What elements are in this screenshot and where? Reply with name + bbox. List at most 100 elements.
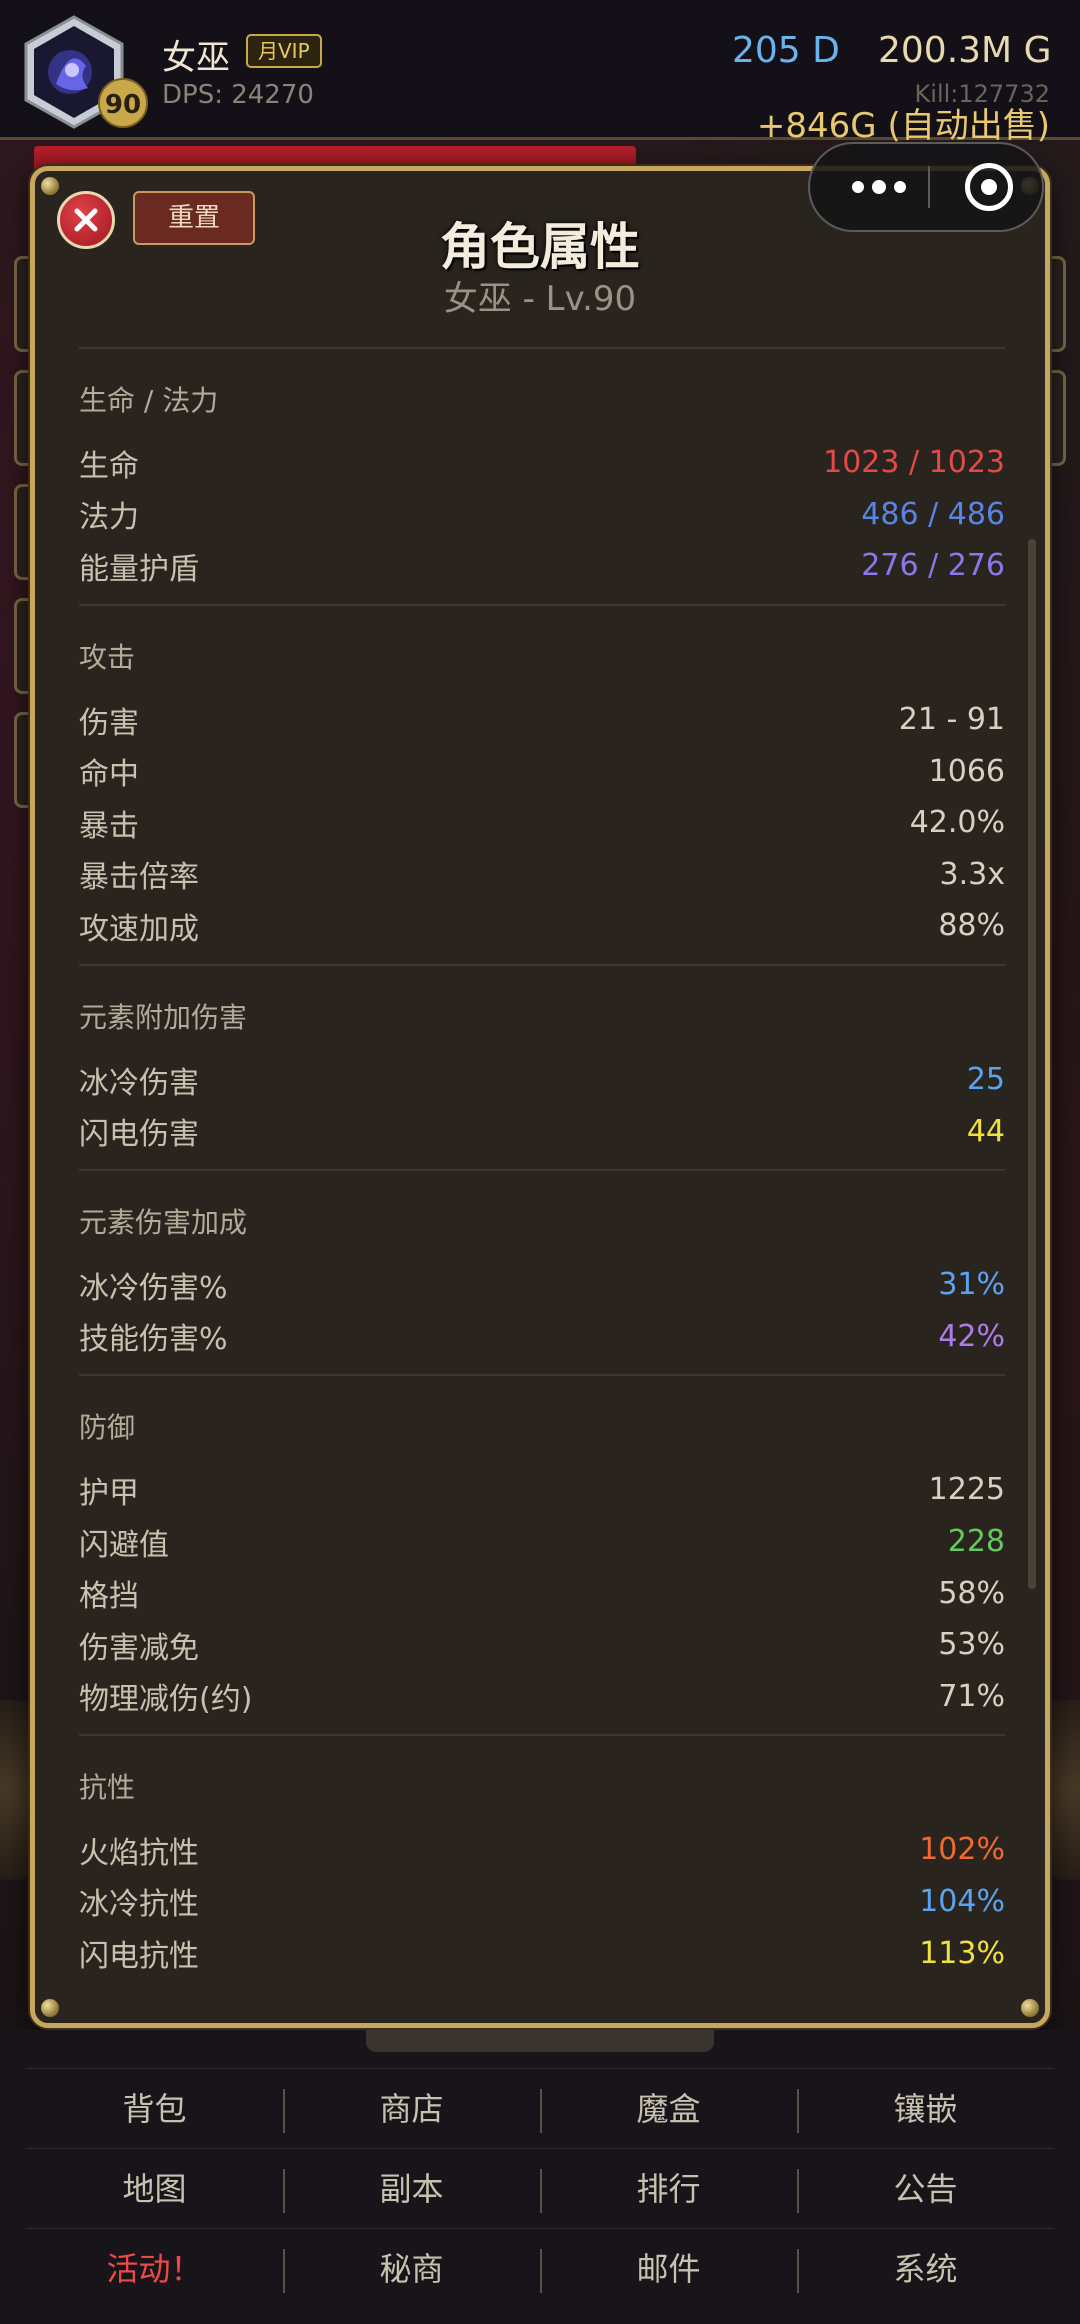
nav-button[interactable]: 背包 bbox=[26, 2069, 283, 2148]
character-stats-modal: 重置 角色属性 女巫 - Lv.90 生命 / 法力 生命 1023 / 1023 法… bbox=[30, 166, 1050, 2028]
stat-row: 毒素抗性102% bbox=[79, 1979, 1005, 1987]
stat-row: 火焰抗性 102% bbox=[79, 1824, 1005, 1876]
stat-row: 生命 1023 / 1023 bbox=[79, 437, 1005, 489]
stat-value: 3.3x bbox=[939, 856, 1005, 892]
stat-label: 物理减伤(约) bbox=[79, 1682, 253, 1718]
stat-value: 31% bbox=[938, 1267, 1005, 1303]
stat-row: 闪避值 228 bbox=[79, 1516, 1005, 1568]
more-dots-icon bbox=[894, 181, 906, 193]
stat-label: 毒素抗性 bbox=[79, 1983, 199, 1987]
section-title: 攻击 bbox=[79, 640, 136, 674]
section-title: 生命 / 法力 bbox=[79, 384, 219, 417]
more-dots-icon bbox=[852, 181, 864, 193]
bottom-navigation: 背包 商店 魔盒 镶嵌 地图 副本 排行 公告 活动！ 秘商 邮件 系统 bbox=[0, 2030, 1080, 2324]
stat-label: 生命 bbox=[79, 448, 139, 484]
stat-label: 攻速加成 bbox=[79, 911, 199, 947]
nav-button[interactable]: 副本 bbox=[283, 2149, 540, 2228]
more-menu-button[interactable] bbox=[830, 144, 928, 230]
stat-row: 冰冷伤害% 31% bbox=[79, 1259, 1005, 1311]
corner-rivet bbox=[1021, 1999, 1039, 2017]
stat-row: 闪电抗性 113% bbox=[79, 1927, 1005, 1979]
stat-row: 伤害减免 53% bbox=[79, 1619, 1005, 1671]
nav-button[interactable]: 活动！ bbox=[26, 2229, 283, 2308]
stat-value: 42% bbox=[938, 1318, 1005, 1354]
stat-value: 25 bbox=[966, 1062, 1005, 1098]
stats-section: 抗性火焰抗性 102% 冰冷抗性 104% 闪电抗性 113% 毒素抗性102% bbox=[79, 1734, 1005, 1987]
stat-value: 1023 / 1023 bbox=[823, 445, 1005, 481]
stat-row: 闪电伤害 44 bbox=[79, 1105, 1005, 1157]
stat-label: 火焰抗性 bbox=[79, 1835, 199, 1871]
stat-row: 命中 1066 bbox=[79, 745, 1005, 797]
nav-button[interactable]: 地图 bbox=[26, 2149, 283, 2228]
stat-row: 攻速加成 88% bbox=[79, 900, 1005, 952]
stat-label: 冰冷抗性 bbox=[79, 1887, 199, 1923]
stat-row: 法力 486 / 486 bbox=[79, 489, 1005, 541]
stat-value: 228 bbox=[947, 1524, 1005, 1560]
nav-row: 活动！ 秘商 邮件 系统 bbox=[26, 2228, 1054, 2308]
modal-subtitle: 女巫 - Lv.90 bbox=[443, 279, 637, 319]
nav-button[interactable]: 排行 bbox=[540, 2149, 797, 2228]
stat-value: 21 - 91 bbox=[898, 702, 1005, 738]
stat-value: 71% bbox=[938, 1678, 1005, 1714]
stats-section: 攻击伤害 21 - 91 命中 1066 暴击 42.0% 暴击倍率 3.3x 攻速加成 88% bbox=[79, 603, 1005, 964]
nav-button[interactable]: 公告 bbox=[797, 2149, 1054, 2228]
character-name: 女巫 bbox=[162, 38, 230, 78]
stats-list[interactable]: 生命 / 法力 生命 1023 / 1023 法力 486 / 486 能量护盾 276 /… bbox=[79, 347, 1005, 1987]
stat-label: 暴击倍率 bbox=[79, 860, 199, 896]
stat-value: 1225 bbox=[928, 1472, 1005, 1508]
stat-row: 物理减伤(约) 71% bbox=[79, 1671, 1005, 1723]
nav-button[interactable]: 邮件 bbox=[540, 2229, 797, 2308]
stat-row: 格挡 58% bbox=[79, 1567, 1005, 1619]
stat-label: 能量护盾 bbox=[79, 551, 199, 587]
more-dots-icon bbox=[872, 180, 886, 194]
stat-row: 冰冷伤害 25 bbox=[79, 1054, 1005, 1106]
app-root: 90 女巫 月VIP DPS: 24270 205 D 200.3M G Kil… bbox=[0, 0, 1080, 2324]
stat-value: 102% bbox=[919, 1832, 1005, 1868]
nav-button[interactable]: 魔盒 bbox=[540, 2069, 797, 2148]
stat-row: 护甲 1225 bbox=[79, 1464, 1005, 1516]
nav-button[interactable]: 秘商 bbox=[283, 2229, 540, 2308]
stat-value: 58% bbox=[938, 1575, 1005, 1611]
stat-value: 104% bbox=[919, 1883, 1005, 1919]
stat-label: 格挡 bbox=[79, 1579, 139, 1615]
level-badge: 90 bbox=[98, 78, 148, 128]
top-header: 90 女巫 月VIP DPS: 24270 205 D 200.3M G Kil… bbox=[0, 0, 1080, 146]
stat-value: 44 bbox=[966, 1113, 1005, 1149]
stat-label: 闪电伤害 bbox=[79, 1117, 199, 1153]
stat-label: 冰冷伤害 bbox=[79, 1065, 199, 1101]
nav-row: 地图 副本 排行 公告 bbox=[26, 2148, 1054, 2228]
stat-value: 1066 bbox=[928, 753, 1005, 789]
stat-label: 伤害 bbox=[79, 705, 139, 741]
nav-button[interactable]: 商店 bbox=[283, 2069, 540, 2148]
stat-row: 暴击 42.0% bbox=[79, 797, 1005, 849]
stats-section: 元素附加伤害 冰冷伤害 25 闪电伤害 44 bbox=[79, 963, 1005, 1169]
stats-section: 防御 护甲 1225 闪避值 228 格挡 58% 伤害减免 53% 物理减伤(约) 71% bbox=[79, 1374, 1005, 1734]
corner-rivet bbox=[41, 177, 59, 195]
stat-label: 暴击 bbox=[79, 808, 139, 844]
target-circle-icon bbox=[965, 163, 1013, 211]
stat-label: 伤害减免 bbox=[79, 1630, 199, 1666]
stat-value: 53% bbox=[938, 1627, 1005, 1663]
exit-miniprogram-button[interactable] bbox=[944, 144, 1034, 230]
nav-button[interactable]: 系统 bbox=[797, 2229, 1054, 2308]
vip-badge[interactable]: 月VIP bbox=[246, 34, 322, 68]
stats-scrollbar[interactable] bbox=[1028, 539, 1036, 1589]
stat-value: 276 / 276 bbox=[861, 548, 1005, 584]
stat-value: 113% bbox=[919, 1935, 1005, 1971]
nav-button[interactable]: 镶嵌 bbox=[797, 2069, 1054, 2148]
stat-label: 法力 bbox=[79, 500, 139, 536]
stat-label: 冰冷伤害% bbox=[79, 1270, 228, 1306]
miniprogram-capsule bbox=[808, 142, 1044, 232]
dps-value: DPS: 24270 bbox=[162, 80, 314, 110]
stats-section: 元素伤害加成 冰冷伤害% 31% 技能伤害% 42% bbox=[79, 1168, 1005, 1374]
stat-label: 护甲 bbox=[79, 1475, 139, 1511]
stat-row: 能量护盾 276 / 276 bbox=[79, 540, 1005, 592]
stat-row: 伤害 21 - 91 bbox=[79, 694, 1005, 746]
stat-label: 技能伤害% bbox=[79, 1322, 228, 1358]
stat-label: 命中 bbox=[79, 757, 139, 793]
drawer-handle[interactable] bbox=[366, 2030, 714, 2052]
stat-label: 闪电抗性 bbox=[79, 1939, 199, 1975]
